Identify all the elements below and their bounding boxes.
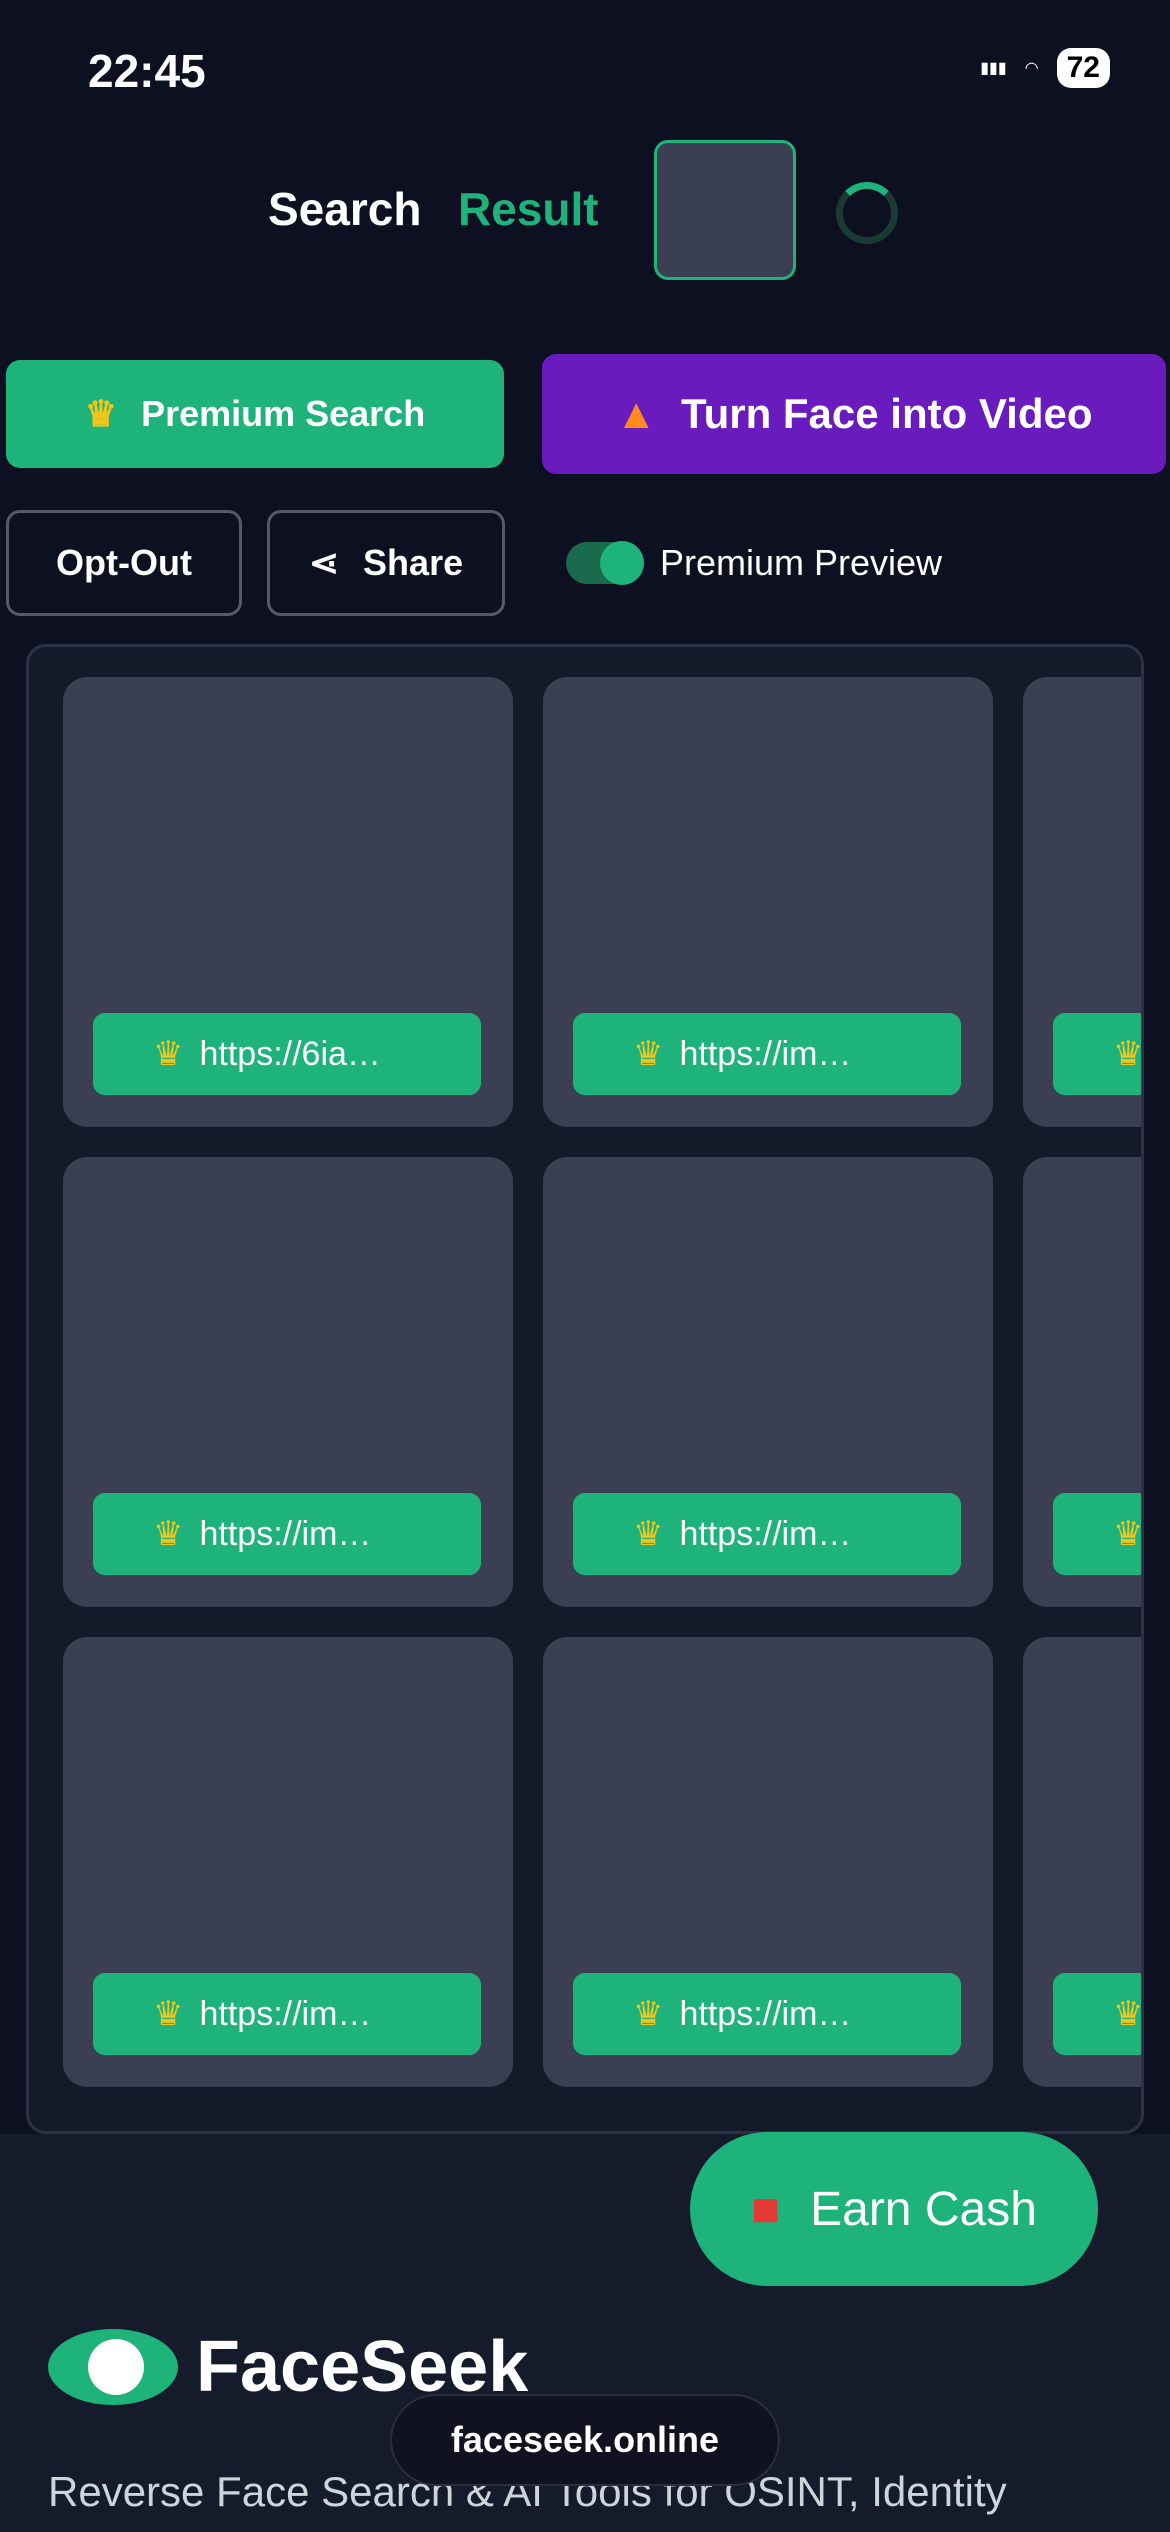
result-link-text: https://im… bbox=[679, 1514, 852, 1553]
wifi-icon: ◠ bbox=[1024, 60, 1039, 77]
gift-icon: ■ bbox=[751, 2182, 781, 2236]
result-link-button[interactable]: ♛ bbox=[1053, 1973, 1144, 2055]
share-button[interactable]: ⋖ Share bbox=[267, 510, 505, 616]
result-link-button[interactable]: ♛ https://im… bbox=[573, 1013, 961, 1095]
result-tile[interactable]: ♛ https://im… bbox=[543, 677, 993, 1127]
result-tile[interactable]: ♛ https://im… bbox=[543, 1637, 993, 2087]
result-link-button[interactable]: ♛ https://im… bbox=[573, 1493, 961, 1575]
crown-icon: ♛ bbox=[153, 1995, 184, 2033]
result-link-button[interactable]: ♛ bbox=[1053, 1493, 1144, 1575]
earn-cash-button[interactable]: ■ Earn Cash bbox=[690, 2132, 1098, 2286]
results-grid: ♛ https://6ia… ♛ https://im… ♛ ♛ https://im… ♛ h… bbox=[26, 644, 1144, 2134]
premium-search-button[interactable]: ♛ Premium Search bbox=[6, 360, 504, 468]
eye-logo-icon bbox=[48, 2329, 178, 2405]
crown-icon: ♛ bbox=[633, 1995, 664, 2033]
turn-face-into-video-button[interactable]: ▲ Turn Face into Video bbox=[542, 354, 1166, 474]
premium-preview-toggle[interactable] bbox=[566, 541, 644, 585]
result-link-text: https://6ia… bbox=[199, 1034, 381, 1073]
header-search-label: Search bbox=[268, 183, 422, 235]
result-link-text: https://im… bbox=[199, 1514, 372, 1553]
crown-icon: ♛ bbox=[1113, 1995, 1144, 2033]
premium-search-label: Premium Search bbox=[141, 393, 426, 434]
result-link-button[interactable]: ♛ https://im… bbox=[573, 1973, 961, 2055]
signal-icon: ▮▮▮ bbox=[980, 60, 1007, 77]
video-button-label: Turn Face into Video bbox=[681, 390, 1093, 437]
result-tile[interactable]: ♛ bbox=[1023, 1157, 1144, 1607]
fire-icon: ▲ bbox=[615, 390, 658, 437]
opt-out-label: Opt-Out bbox=[56, 542, 192, 583]
clock: 22:45 bbox=[88, 45, 206, 97]
result-link-text: https://im… bbox=[679, 1034, 852, 1073]
result-link-button[interactable]: ♛ bbox=[1053, 1013, 1144, 1095]
result-tile[interactable]: ♛ https://im… bbox=[63, 1157, 513, 1607]
result-tile[interactable]: ♛ bbox=[1023, 1637, 1144, 2087]
result-link-button[interactable]: ♛ https://im… bbox=[93, 1973, 481, 2055]
crown-icon: ♛ bbox=[1113, 1035, 1144, 1073]
result-tile[interactable]: ♛ https://6ia… bbox=[63, 677, 513, 1127]
query-photo-thumbnail[interactable] bbox=[654, 140, 796, 280]
opt-out-button[interactable]: Opt-Out bbox=[6, 510, 242, 616]
crown-icon: ♛ bbox=[84, 393, 118, 434]
crown-icon: ♛ bbox=[633, 1515, 664, 1553]
crown-icon: ♛ bbox=[1113, 1515, 1144, 1553]
toggle-knob bbox=[600, 541, 644, 585]
crown-icon: ♛ bbox=[633, 1035, 664, 1073]
url-pill[interactable]: faceseek.online bbox=[390, 2394, 780, 2486]
status-bar: 22:45 ▮▮▮ ◠ 72 bbox=[0, 0, 1170, 130]
battery-icon: 72 bbox=[1056, 48, 1110, 88]
result-link-text: https://im… bbox=[199, 1994, 372, 2033]
search-header: Search Result bbox=[0, 140, 1170, 280]
earn-cash-label: Earn Cash bbox=[810, 2182, 1037, 2236]
loading-spinner-icon bbox=[836, 182, 898, 244]
crown-icon: ♛ bbox=[153, 1515, 184, 1553]
result-tile[interactable]: ♛ https://im… bbox=[543, 1157, 993, 1607]
result-link-button[interactable]: ♛ https://im… bbox=[93, 1493, 481, 1575]
premium-preview-label: Premium Preview bbox=[660, 542, 943, 583]
result-tile[interactable]: ♛ https://im… bbox=[63, 1637, 513, 2087]
result-link-button[interactable]: ♛ https://6ia… bbox=[93, 1013, 481, 1095]
header-result-label: Result bbox=[458, 183, 599, 235]
share-label: Share bbox=[363, 542, 464, 583]
result-link-text: https://im… bbox=[679, 1994, 852, 2033]
crown-icon: ♛ bbox=[153, 1035, 184, 1073]
share-icon: ⋖ bbox=[308, 542, 340, 583]
result-tile[interactable]: ♛ bbox=[1023, 677, 1144, 1127]
